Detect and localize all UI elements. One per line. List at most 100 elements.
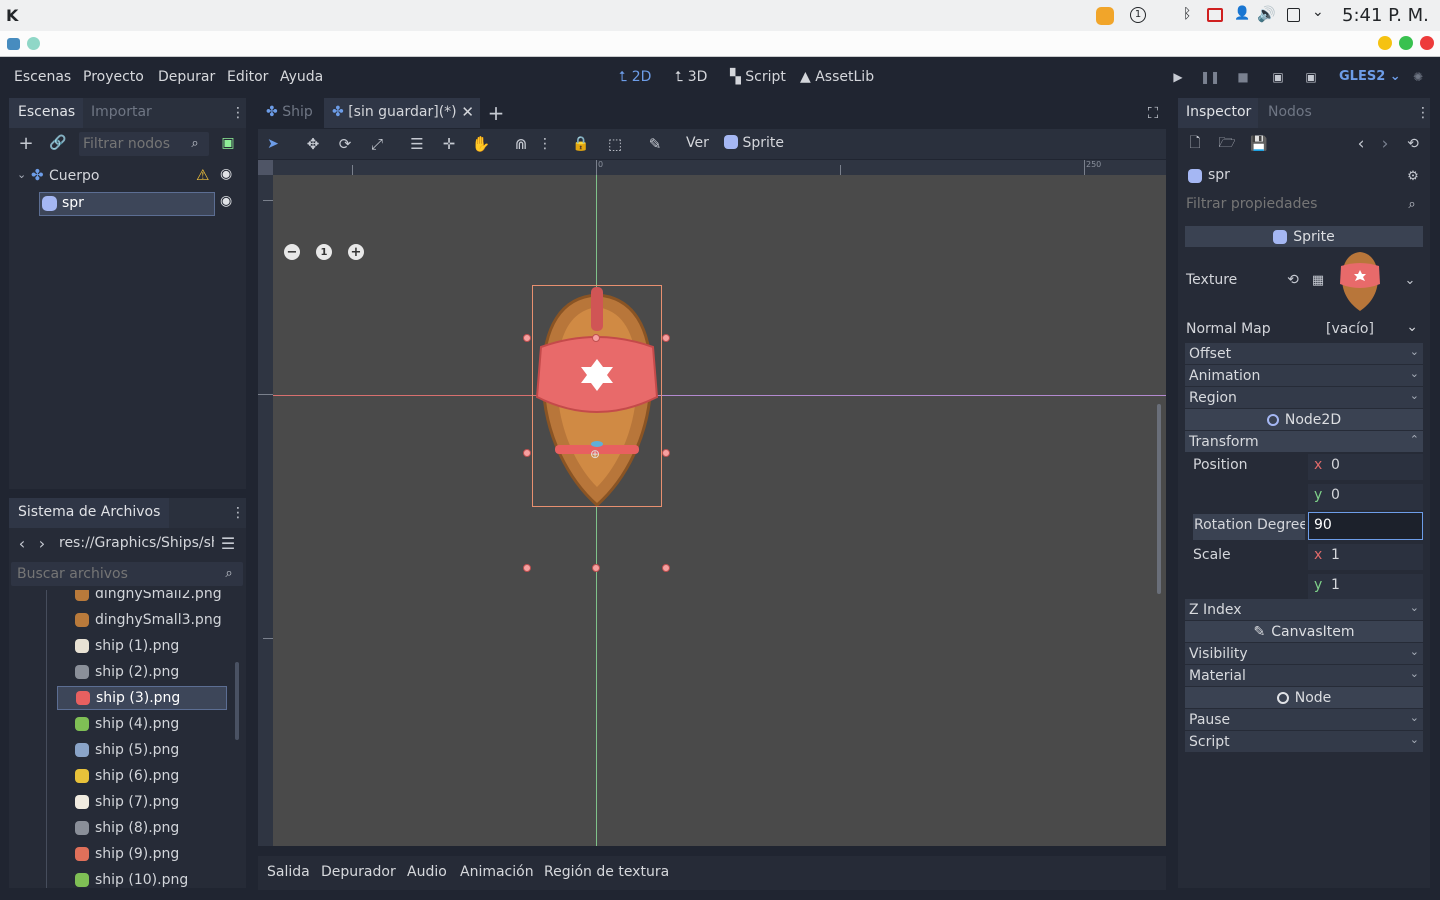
- search-files-field[interactable]: ⌕: [11, 562, 243, 586]
- tab-animacion[interactable]: Animación: [460, 864, 534, 880]
- menu-proyecto[interactable]: Proyecto: [83, 69, 144, 85]
- search-files-input[interactable]: [17, 564, 207, 584]
- tree-row-cuerpo[interactable]: ⌄ ✤ Cuerpo ⚠ ◉: [15, 166, 243, 190]
- tab-region-textura[interactable]: Región de textura: [544, 864, 669, 880]
- list-item[interactable]: ship (10).png: [57, 868, 188, 888]
- lock-icon[interactable]: 🔒: [570, 133, 592, 155]
- list-item[interactable]: ship (2).png: [57, 660, 179, 684]
- scene-script-icon[interactable]: ▣: [219, 134, 237, 152]
- filesystem-title[interactable]: Sistema de Archivos: [9, 498, 169, 528]
- zoom-reset-icon[interactable]: 1: [316, 244, 332, 260]
- viewport[interactable]: 0 250 − 1 + ⊕: [258, 160, 1166, 846]
- bluetooth-icon[interactable]: ᛒ: [1183, 6, 1191, 22]
- filter-nodes-field[interactable]: ⌕: [79, 132, 209, 156]
- file-list-scrollbar[interactable]: [235, 662, 239, 740]
- filter-nodes-input[interactable]: [83, 134, 183, 154]
- position-x-field[interactable]: x 0: [1308, 454, 1423, 480]
- warning-icon[interactable]: ⚠: [196, 166, 209, 184]
- tab-importar[interactable]: Importar: [91, 104, 152, 120]
- tab-nodos[interactable]: Nodos: [1268, 104, 1312, 120]
- dock-menu-icon[interactable]: ⋮: [231, 504, 245, 522]
- selection-handle[interactable]: [592, 564, 600, 572]
- object-history-icon[interactable]: ⟲: [1404, 135, 1422, 153]
- list-item[interactable]: ship (5).png: [57, 738, 179, 762]
- section-visibility[interactable]: Visibility ⌄: [1185, 643, 1423, 664]
- tab-depurador[interactable]: Depurador: [321, 864, 396, 880]
- list-item[interactable]: dinghySmall2.png: [57, 590, 222, 606]
- filter-properties-field[interactable]: ⌕: [1180, 192, 1426, 216]
- forward-arrow-icon[interactable]: ›: [35, 534, 49, 553]
- tree-row-spr[interactable]: spr: [39, 192, 215, 216]
- back-arrow-icon[interactable]: ‹: [15, 534, 29, 553]
- sprite-menu[interactable]: Sprite: [724, 135, 784, 151]
- visibility-eye-icon[interactable]: ◉: [220, 193, 232, 209]
- move-mode-icon[interactable]: ✥: [302, 133, 324, 155]
- pivot-mode-icon[interactable]: ✛: [438, 133, 460, 155]
- section-transform[interactable]: Transform ⌃: [1185, 431, 1423, 452]
- menu-ayuda[interactable]: Ayuda: [280, 69, 323, 85]
- new-resource-icon[interactable]: 🗋: [1186, 135, 1204, 153]
- list-item[interactable]: ship (4).png: [57, 712, 179, 736]
- selection-handle[interactable]: [662, 334, 670, 342]
- list-item[interactable]: ship (1).png: [57, 634, 179, 658]
- snap-icon[interactable]: ⋒: [510, 133, 532, 155]
- close-tab-icon[interactable]: ✕: [461, 103, 474, 121]
- dock-menu-icon[interactable]: ⋮: [1416, 104, 1430, 122]
- save-icon[interactable]: 💾: [1250, 135, 1268, 153]
- pivot-icon[interactable]: ⊕: [590, 447, 600, 461]
- renderer-select[interactable]: GLES2 ⌄: [1339, 69, 1401, 84]
- split-view-icon[interactable]: ☰: [219, 534, 237, 553]
- add-node-icon[interactable]: +: [17, 133, 35, 154]
- list-item[interactable]: dinghySmall3.png: [57, 608, 222, 632]
- vertical-scrollbar[interactable]: [1157, 404, 1161, 594]
- normal-map-value[interactable]: [vacío] ⌄: [1326, 319, 1422, 337]
- menu-editor[interactable]: Editor: [227, 69, 268, 85]
- collapse-arrow-icon[interactable]: ⌄: [17, 168, 26, 181]
- list-item[interactable]: ship (7).png: [57, 790, 179, 814]
- tab-salida[interactable]: Salida: [267, 864, 310, 880]
- play-icon[interactable]: ▶: [1170, 69, 1186, 85]
- distraction-free-icon[interactable]: ⛶: [1144, 104, 1162, 122]
- scale-x-field[interactable]: x 1: [1308, 544, 1423, 570]
- list-select-icon[interactable]: ☰: [406, 133, 428, 155]
- stop-icon[interactable]: ■: [1235, 69, 1251, 85]
- revert-icon[interactable]: ⟲: [1284, 271, 1302, 289]
- rotate-mode-icon[interactable]: ⟳: [334, 133, 356, 155]
- pin-icon[interactable]: [27, 37, 40, 50]
- minimize-button[interactable]: [1378, 36, 1392, 50]
- zoom-in-icon[interactable]: +: [348, 244, 364, 260]
- selection-handle[interactable]: [523, 449, 531, 457]
- select-mode-icon[interactable]: ➤: [262, 133, 284, 155]
- play-custom-scene-icon[interactable]: ▣: [1303, 69, 1319, 85]
- screen-icon[interactable]: [1207, 8, 1223, 22]
- list-item[interactable]: ship (8).png: [57, 816, 179, 840]
- rotation-input[interactable]: 90: [1308, 512, 1423, 540]
- filter-properties-input[interactable]: [1186, 194, 1396, 214]
- scale-y-field[interactable]: y 1: [1308, 574, 1423, 600]
- chevron-down-icon[interactable]: ⌄: [1402, 271, 1418, 289]
- close-window-button[interactable]: [1420, 36, 1434, 50]
- texture-edit-icon[interactable]: ▦: [1310, 271, 1326, 289]
- dock-menu-icon[interactable]: ⋮: [231, 104, 245, 122]
- selection-handle[interactable]: [592, 334, 600, 342]
- open-folder-icon[interactable]: 🗁: [1218, 135, 1236, 153]
- position-y-field[interactable]: y 0: [1308, 484, 1423, 510]
- tab-audio[interactable]: Audio: [407, 864, 447, 880]
- tools-icon[interactable]: ⚙: [1404, 167, 1422, 185]
- tab-inspector[interactable]: Inspector: [1178, 98, 1258, 128]
- notification-app-icon[interactable]: [1096, 7, 1114, 25]
- tab-escenas[interactable]: Escenas: [9, 98, 83, 128]
- volume-icon[interactable]: 🔊: [1257, 5, 1276, 23]
- app-launcher-icon[interactable]: K: [6, 6, 26, 25]
- view-menu[interactable]: Ver: [686, 135, 709, 151]
- history-back-icon[interactable]: ‹: [1353, 134, 1369, 154]
- section-offset[interactable]: Offset ⌄: [1185, 343, 1423, 364]
- list-item-selected[interactable]: ship (3).png: [57, 686, 227, 710]
- selection-handle[interactable]: [523, 334, 531, 342]
- menu-depurar[interactable]: Depurar: [158, 69, 215, 85]
- user-icon[interactable]: 👤: [1234, 6, 1250, 22]
- list-item[interactable]: ship (9).png: [57, 842, 179, 866]
- add-tab-icon[interactable]: +: [486, 101, 506, 125]
- history-forward-icon[interactable]: ›: [1377, 134, 1393, 154]
- info-icon[interactable]: 1: [1130, 7, 1146, 23]
